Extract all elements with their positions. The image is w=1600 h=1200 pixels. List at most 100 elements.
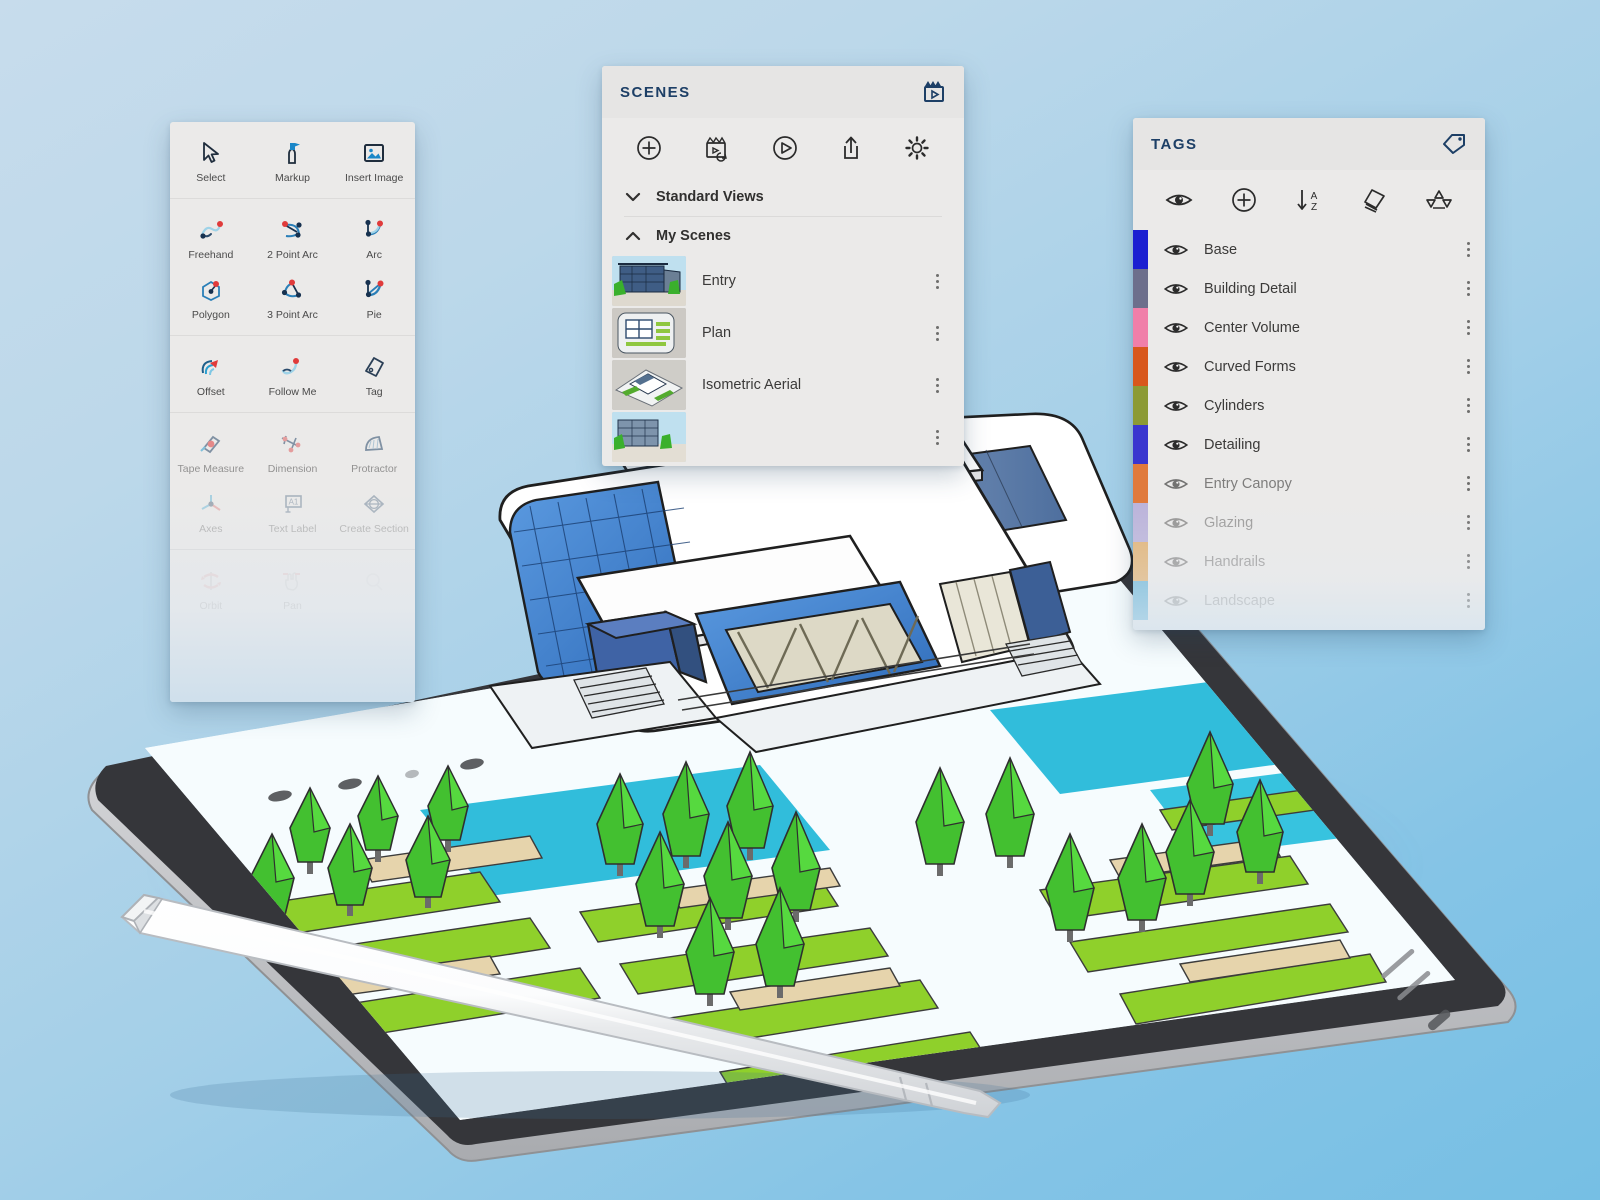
tool-insert-image[interactable]: Insert Image <box>333 132 415 192</box>
group-label: My Scenes <box>656 228 731 244</box>
tool-2-point-arc[interactable]: 2 Point Arc <box>252 209 334 269</box>
scenes-toolbar[interactable] <box>602 118 964 178</box>
tag-row[interactable]: Landscape <box>1133 581 1485 620</box>
tool-pan[interactable]: Pan <box>252 560 334 620</box>
tag-more-menu[interactable] <box>1451 281 1485 296</box>
svg-text:A: A <box>1311 191 1318 202</box>
tag-more-menu[interactable] <box>1451 359 1485 374</box>
tag-more-menu[interactable] <box>1451 242 1485 257</box>
tag-more-menu[interactable] <box>1451 554 1485 569</box>
eye-icon[interactable] <box>1148 475 1204 493</box>
tool-freehand[interactable]: Freehand <box>170 209 252 269</box>
scenes-panel[interactable]: SCENES Standard Views My Scenes Entry Pl… <box>602 66 964 466</box>
tool-follow-me[interactable]: Follow Me <box>252 346 334 406</box>
tool-tape-measure[interactable]: Tape Measure <box>170 423 252 483</box>
tag-more-menu[interactable] <box>1451 476 1485 491</box>
tag-name: Handrails <box>1204 553 1266 570</box>
eye-icon[interactable] <box>1148 592 1204 610</box>
isometric-aerial-thumb <box>612 360 686 410</box>
tag-more-menu[interactable] <box>1451 515 1485 530</box>
tag-row[interactable]: Cylinders <box>1133 386 1485 425</box>
tools-panel[interactable]: Select Markup Insert Image Freehand 2 Po… <box>170 122 415 702</box>
tags-panel[interactable]: TAGS AZ Base Building Detail Center Volu… <box>1133 118 1485 630</box>
tool-label: Tag <box>365 386 383 399</box>
tool-dimension[interactable]: Dimension <box>252 423 334 483</box>
tag-row[interactable]: Detailing <box>1133 425 1485 464</box>
sort-az-icon[interactable]: AZ <box>1294 186 1324 214</box>
update-scene-icon[interactable] <box>702 134 732 162</box>
eye-icon[interactable] <box>1148 241 1204 259</box>
eye-icon[interactable] <box>1148 280 1204 298</box>
scene-more-menu[interactable] <box>928 429 946 445</box>
tool-select[interactable]: Select <box>170 132 252 192</box>
tool-protractor[interactable]: Protractor <box>333 423 415 483</box>
tool-polygon[interactable]: Polygon <box>170 269 252 329</box>
tool-label: Pan <box>283 600 302 613</box>
scene-more-menu[interactable] <box>928 325 946 341</box>
scene-item-entry[interactable]: Entry <box>602 255 964 307</box>
tag-icon <box>361 352 387 382</box>
scene-item-fourth[interactable] <box>602 411 964 463</box>
scenes-group-my-scenes[interactable]: My Scenes <box>602 217 964 255</box>
scene-item-plan[interactable]: Plan <box>602 307 964 359</box>
tool-axes[interactable]: Axes <box>170 483 252 543</box>
play-animation-icon[interactable] <box>771 134 799 162</box>
tool-label: Markup <box>274 172 310 184</box>
tag-more-menu[interactable] <box>1451 593 1485 608</box>
tag-row[interactable]: Glazing <box>1133 503 1485 542</box>
text-label-icon: A1 <box>279 489 305 519</box>
tool-text-label[interactable]: A1 Text Label <box>252 483 334 543</box>
tool-3-point-arc[interactable]: 3 Point Arc <box>252 269 334 329</box>
tool-pie[interactable]: Pie <box>333 269 415 329</box>
tag-color-swatch <box>1133 581 1148 620</box>
tag-row[interactable]: Base <box>1133 230 1485 269</box>
eye-icon[interactable] <box>1148 319 1204 337</box>
scene-video-icon[interactable] <box>922 81 946 103</box>
tool-create-section[interactable]: Create Section <box>333 483 415 543</box>
tool-label: Follow Me <box>268 386 317 399</box>
tag-outline-icon[interactable] <box>1441 132 1467 156</box>
add-scene-icon[interactable] <box>635 134 663 162</box>
eye-icon[interactable] <box>1148 553 1204 571</box>
tag-stack-icon[interactable] <box>1360 187 1388 213</box>
eye-icon[interactable] <box>1148 397 1204 415</box>
eye-icon[interactable] <box>1165 190 1193 210</box>
tag-color-swatch <box>1133 386 1148 425</box>
three-point-arc-icon <box>278 275 306 305</box>
arc-icon <box>361 215 387 245</box>
tag-more-menu[interactable] <box>1451 437 1485 452</box>
eye-icon[interactable] <box>1148 436 1204 454</box>
add-tag-icon[interactable] <box>1230 186 1258 214</box>
tags-toolbar[interactable]: AZ <box>1133 170 1485 230</box>
scene-more-menu[interactable] <box>928 377 946 393</box>
axes-icon <box>198 489 224 519</box>
tag-more-menu[interactable] <box>1451 398 1485 413</box>
tag-row[interactable]: Entry Canopy <box>1133 464 1485 503</box>
tag-row[interactable]: Handrails <box>1133 542 1485 581</box>
tag-row[interactable]: Curved Forms <box>1133 347 1485 386</box>
insert-image-icon <box>362 138 386 168</box>
tool-label: Tape Measure <box>177 463 245 476</box>
eye-icon[interactable] <box>1148 514 1204 532</box>
tool-label: 2 Point Arc <box>267 249 318 262</box>
tool-offset[interactable]: Offset <box>170 346 252 406</box>
share-icon[interactable] <box>838 134 864 162</box>
recycle-icon[interactable] <box>1425 187 1453 213</box>
tag-color-swatch <box>1133 347 1148 386</box>
tool-markup[interactable]: Markup <box>252 132 334 192</box>
tag-row[interactable]: Center Volume <box>1133 308 1485 347</box>
tools-section-draw: Freehand 2 Point Arc Arc Polygon 3 Point… <box>170 199 415 337</box>
stylus-pen[interactable] <box>100 855 1080 1145</box>
tool-tag[interactable]: Tag <box>333 346 415 406</box>
tag-more-menu[interactable] <box>1451 320 1485 335</box>
tool-zoom[interactable] <box>333 560 415 620</box>
eye-icon[interactable] <box>1148 358 1204 376</box>
scenes-group-standard-views[interactable]: Standard Views <box>602 178 964 216</box>
tag-row[interactable]: Building Detail <box>1133 269 1485 308</box>
gear-icon[interactable] <box>903 134 931 162</box>
scene-item-isometric-aerial[interactable]: Isometric Aerial <box>602 359 964 411</box>
scene-more-menu[interactable] <box>928 273 946 289</box>
tool-arc[interactable]: Arc <box>333 209 415 269</box>
tags-list: Base Building Detail Center Volume Curve… <box>1133 230 1485 620</box>
tool-orbit[interactable]: Orbit <box>170 560 252 620</box>
